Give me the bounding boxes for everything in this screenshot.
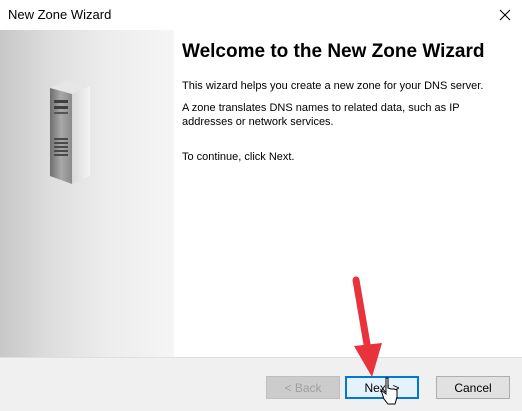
page-title: Welcome to the New Zone Wizard [182,41,485,62]
wizard-content: Welcome to the New Zone Wizard This wiza… [182,42,502,172]
window-title: New Zone Wizard [8,7,112,22]
wizard-side-panel [0,30,174,357]
zone-description-text: A zone translates DNS names to related d… [182,102,460,128]
close-icon [499,9,511,21]
back-button[interactable]: < Back [266,376,340,399]
cancel-button[interactable]: Cancel [436,376,510,399]
intro-text: This wizard helps you create a new zone … [182,80,484,92]
continue-instruction: To continue, click Next. [182,151,295,163]
next-button[interactable]: Next > [345,376,419,399]
close-button[interactable] [488,0,522,30]
button-bar: < Back Next > Cancel [0,357,522,411]
title-bar: New Zone Wizard [0,0,522,30]
new-zone-wizard-window: New Zone Wizard Welcome to the New Zone … [0,0,522,411]
server-icon [50,80,90,184]
